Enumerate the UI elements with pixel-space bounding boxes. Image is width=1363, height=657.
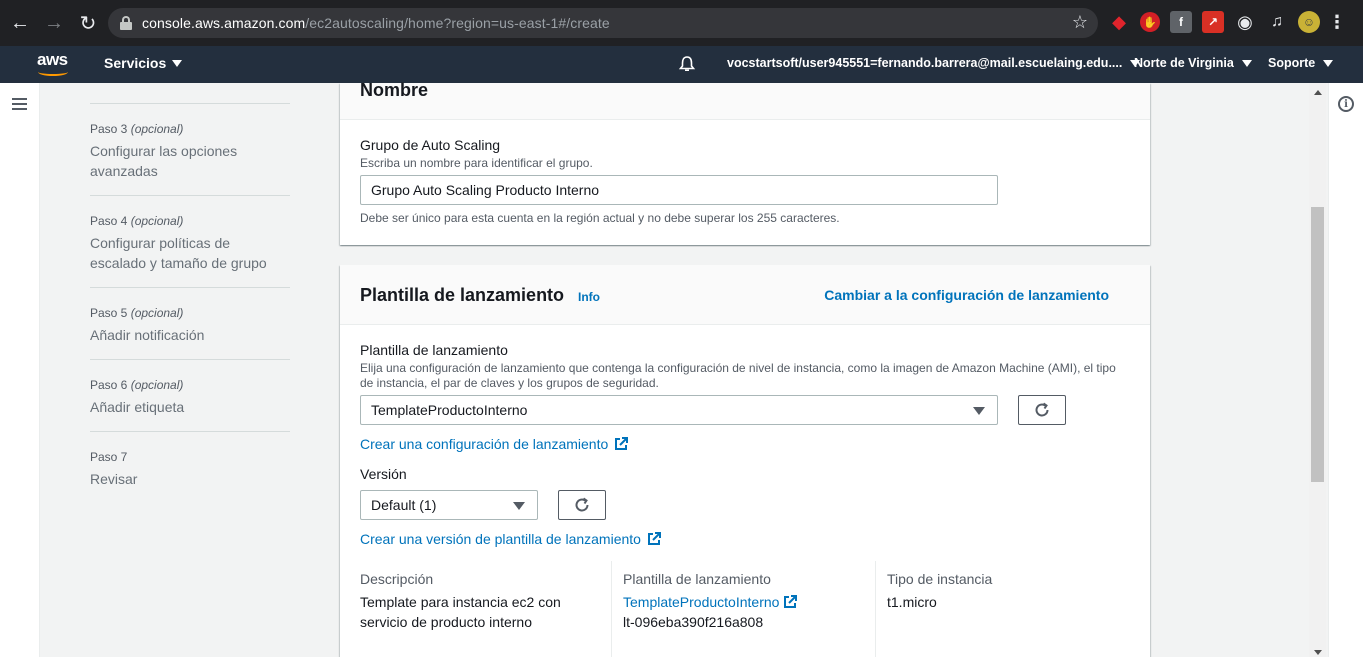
help-info-icon[interactable]: i — [1338, 96, 1354, 112]
instance-type-value: t1.micro — [887, 594, 937, 610]
browser-toolbar: ← → ↻ console.aws.amazon.com/ec2autoscal… — [0, 0, 1363, 46]
reload-icon[interactable]: ↻ — [76, 11, 100, 35]
template-column: Plantilla de lanzamiento TemplateProduct… — [623, 571, 863, 632]
step-divider — [90, 195, 290, 196]
name-panel: Nombre Grupo de Auto Scaling Escriba un … — [340, 80, 1150, 245]
asg-name-input[interactable]: Grupo Auto Scaling Producto Interno — [360, 175, 998, 205]
asg-name-description: Escriba un nombre para identificar el gr… — [360, 156, 593, 170]
browser-menu-icon[interactable]: ⋮ — [1328, 11, 1346, 33]
scroll-thumb[interactable] — [1311, 207, 1324, 482]
stop-hand-extension-icon[interactable]: ✋ — [1140, 12, 1160, 32]
step-number: Paso 5 (opcional) — [90, 306, 184, 320]
create-template-version-link[interactable]: Crear una versión de plantilla de lanzam… — [360, 531, 661, 547]
refresh-templates-button[interactable] — [1018, 395, 1066, 425]
switch-to-launch-config-link[interactable]: Cambiar a la configuración de lanzamient… — [824, 287, 1109, 303]
roblox-extension-icon[interactable]: ◆ — [1108, 11, 1130, 33]
launch-template-panel-title: Plantilla de lanzamiento — [360, 285, 565, 305]
hamburger-menu-icon[interactable] — [12, 98, 27, 110]
external-link-icon — [647, 532, 661, 545]
services-menu[interactable]: Servicios — [104, 55, 183, 71]
name-panel-title: Nombre — [360, 80, 429, 100]
address-bar[interactable]: console.aws.amazon.com/ec2autoscaling/ho… — [108, 8, 1098, 38]
region-menu[interactable]: Norte de Virginia — [1134, 56, 1252, 70]
version-label: Versión — [360, 466, 407, 482]
asg-name-hint: Debe ser único para esta cuenta en la re… — [360, 211, 840, 225]
left-nav-gutter — [0, 83, 40, 657]
media-control-icon[interactable]: ♫ — [1266, 11, 1288, 33]
step-number: Paso 7 — [90, 450, 128, 464]
refresh-versions-button[interactable] — [558, 490, 606, 520]
step-title: Configurar las opciones avanzadas — [90, 143, 238, 179]
support-menu[interactable]: Soporte — [1268, 56, 1334, 70]
asg-name-label: Grupo de Auto Scaling — [360, 137, 501, 153]
description-value: Template para instancia ec2 con servicio… — [360, 594, 561, 630]
right-help-gutter — [1328, 83, 1363, 657]
facebook-extension-icon[interactable]: f — [1170, 11, 1192, 33]
template-header: Plantilla de lanzamiento — [623, 571, 771, 587]
step-number: Paso 4 (opcional) — [90, 214, 184, 228]
instance-type-header: Tipo de instancia — [887, 571, 993, 587]
scroll-up-arrow-icon[interactable] — [1314, 90, 1322, 95]
page-scrollbar[interactable] — [1309, 83, 1326, 657]
step-title: Configurar políticas de escalado y tamañ… — [90, 235, 267, 271]
description-column: Descripción Template para instancia ec2 … — [360, 571, 580, 632]
step-title: Añadir etiqueta — [90, 399, 185, 415]
step-number: Paso 3 (opcional) — [90, 122, 184, 136]
step-item-5[interactable]: Paso 5 (opcional) Añadir notificación — [90, 306, 290, 345]
profile-avatar[interactable]: ☺ — [1298, 11, 1320, 33]
refresh-icon — [575, 497, 589, 512]
forward-icon[interactable]: → — [42, 11, 66, 35]
bookmark-star-icon[interactable]: ☆ — [1072, 12, 1088, 33]
lock-icon — [120, 16, 132, 30]
description-header: Descripción — [360, 571, 434, 587]
scroll-down-arrow-icon[interactable] — [1314, 650, 1322, 655]
extensions-puzzle-icon[interactable]: ◉ — [1234, 11, 1256, 33]
step-item-4[interactable]: Paso 4 (opcional) Configurar políticas d… — [90, 214, 290, 273]
chart-extension-icon[interactable]: ↗ — [1202, 11, 1224, 33]
column-divider — [611, 561, 612, 657]
caret-down-icon — [513, 502, 525, 510]
step-divider — [90, 431, 290, 432]
info-link[interactable]: Info — [578, 290, 600, 304]
caret-down-icon — [172, 59, 183, 67]
instance-type-column: Tipo de instancia t1.micro — [887, 571, 1087, 612]
step-item-3[interactable]: Paso 3 (opcional) Configurar las opcione… — [90, 122, 290, 181]
launch-template-label: Plantilla de lanzamiento — [360, 342, 508, 358]
external-link-icon — [615, 437, 629, 450]
aws-logo[interactable]: aws — [37, 50, 71, 78]
launch-template-panel: Plantilla de lanzamiento Info Cambiar a … — [340, 265, 1150, 657]
step-number: Paso 6 (opcional) — [90, 378, 184, 392]
step-item-7[interactable]: Paso 7 Revisar — [90, 450, 290, 489]
create-launch-config-link[interactable]: Crear una configuración de lanzamiento — [360, 436, 629, 452]
name-panel-header: Nombre — [340, 80, 1150, 120]
caret-down-icon — [973, 407, 985, 415]
bell-icon[interactable] — [678, 55, 696, 73]
step-divider — [90, 103, 290, 104]
refresh-icon — [1035, 402, 1049, 417]
launch-template-panel-header: Plantilla de lanzamiento Info Cambiar a … — [340, 265, 1150, 325]
step-divider — [90, 287, 290, 288]
caret-down-icon — [1241, 59, 1252, 67]
column-divider — [875, 561, 876, 657]
external-link-icon — [784, 595, 798, 608]
back-icon[interactable]: ← — [8, 11, 32, 35]
account-menu[interactable]: vocstartsoft/user945551=fernando.barrera… — [727, 56, 1141, 70]
step-item-6[interactable]: Paso 6 (opcional) Añadir etiqueta — [90, 378, 290, 417]
url-text: console.aws.amazon.com/ec2autoscaling/ho… — [142, 15, 610, 31]
step-title: Añadir notificación — [90, 327, 205, 343]
launch-template-select[interactable]: TemplateProductoInterno — [360, 395, 998, 425]
launch-template-description: Elija una configuración de lanzamiento q… — [360, 361, 1116, 390]
version-select[interactable]: Default (1) — [360, 490, 538, 520]
step-title: Revisar — [90, 471, 138, 487]
caret-down-icon — [1323, 59, 1334, 67]
aws-console-header: aws Servicios vocstartsoft/user945551=fe… — [0, 46, 1363, 83]
template-detail-link[interactable]: TemplateProductoInterno — [623, 592, 798, 612]
template-id-value: lt-096eba390f216a808 — [623, 614, 764, 630]
step-divider — [90, 359, 290, 360]
